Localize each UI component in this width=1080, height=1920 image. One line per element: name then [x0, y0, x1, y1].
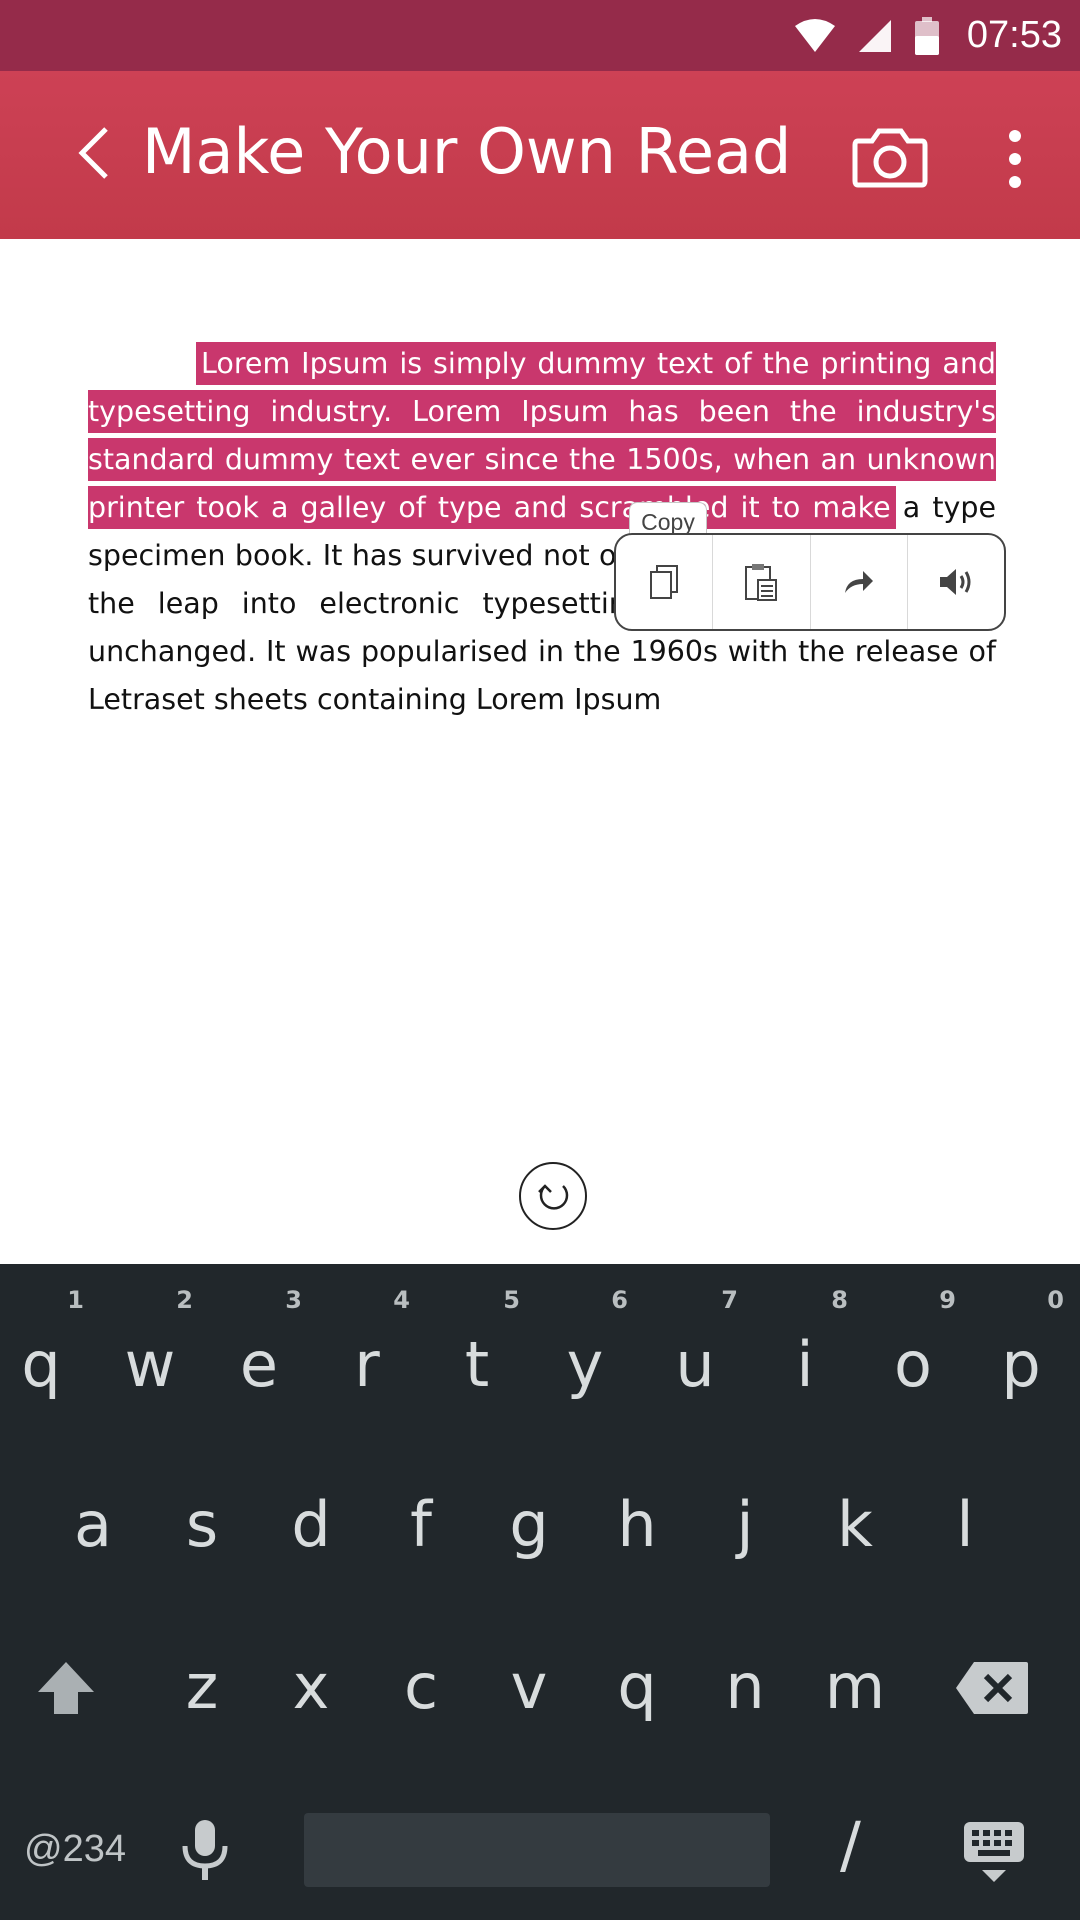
key-label: r [354, 1328, 380, 1401]
key-number-hint: 1 [67, 1286, 84, 1314]
key-q[interactable]: q [592, 1650, 682, 1723]
key-a[interactable]: a [48, 1488, 138, 1561]
microphone-key[interactable] [180, 1818, 230, 1882]
more-options-icon[interactable] [1000, 127, 1030, 191]
key-label: h [617, 1488, 657, 1561]
key-number-hint: 7 [721, 1286, 738, 1314]
shift-key[interactable] [36, 1660, 96, 1716]
key-label: m [824, 1650, 886, 1723]
key-number-hint: 2 [176, 1286, 193, 1314]
key-number-hint: 4 [393, 1286, 410, 1314]
key-label: v [510, 1650, 548, 1723]
key-label: e [239, 1328, 279, 1401]
key-label: d [291, 1488, 331, 1561]
status-time: 07:53 [966, 14, 1062, 56]
speak-button[interactable] [908, 535, 1004, 629]
wifi-icon [794, 18, 835, 52]
key-x[interactable]: x [266, 1650, 356, 1723]
key-label: p [1001, 1328, 1041, 1401]
key-number-hint: 5 [503, 1286, 520, 1314]
key-n[interactable]: n [700, 1650, 790, 1723]
key-label: n [725, 1650, 765, 1723]
key-label: y [566, 1328, 604, 1401]
backspace-key[interactable] [954, 1660, 1030, 1716]
key-z[interactable]: z [157, 1650, 247, 1723]
key-w[interactable]: w2 [105, 1286, 195, 1401]
slash-key[interactable]: / [840, 1808, 861, 1881]
key-m[interactable]: m [810, 1650, 900, 1723]
status-bar: 07:53 [0, 0, 1080, 71]
hide-keyboard-key[interactable] [962, 1820, 1026, 1886]
key-h[interactable]: h [592, 1488, 682, 1561]
key-q[interactable]: q1 [0, 1286, 86, 1401]
camera-icon[interactable] [852, 125, 928, 189]
key-number-hint: 8 [831, 1286, 848, 1314]
page-title: Make Your Own Read [142, 115, 792, 188]
key-d[interactable]: d [266, 1488, 356, 1561]
key-p[interactable]: p0 [976, 1286, 1066, 1401]
clipboard-icon [745, 564, 778, 601]
key-r[interactable]: r4 [322, 1286, 412, 1401]
copy-icon [650, 565, 679, 599]
key-label: s [185, 1488, 219, 1561]
key-number-hint: 0 [1047, 1286, 1064, 1314]
key-label: u [675, 1328, 715, 1401]
key-u[interactable]: u7 [650, 1286, 740, 1401]
key-label: x [292, 1650, 330, 1723]
key-label: a [74, 1488, 112, 1561]
document-text[interactable]: Lorem Ipsum is simply dummy text of the … [88, 340, 996, 724]
key-v[interactable]: v [484, 1650, 574, 1723]
key-k[interactable]: k [810, 1488, 900, 1561]
key-j[interactable]: j [700, 1488, 790, 1561]
key-number-hint: 9 [939, 1286, 956, 1314]
key-e[interactable]: e3 [214, 1286, 304, 1401]
key-y[interactable]: y6 [540, 1286, 630, 1401]
refresh-icon [538, 1184, 569, 1210]
space-key[interactable] [304, 1813, 770, 1887]
selected-text[interactable]: Lorem Ipsum is simply dummy text of the … [88, 347, 996, 524]
copy-button[interactable] [616, 535, 714, 629]
key-label: l [956, 1488, 974, 1561]
selection-toolbar [614, 533, 1006, 631]
key-label: f [410, 1488, 432, 1561]
share-arrow-icon [844, 571, 873, 593]
key-label: z [185, 1650, 219, 1723]
battery-icon [914, 16, 939, 55]
key-i[interactable]: i8 [760, 1286, 850, 1401]
signal-icon [858, 19, 891, 52]
key-label: t [464, 1328, 490, 1401]
key-label: c [403, 1650, 439, 1723]
speaker-icon [939, 569, 971, 595]
key-t[interactable]: t5 [432, 1286, 522, 1401]
key-f[interactable]: f [376, 1488, 466, 1561]
refresh-button[interactable] [519, 1162, 587, 1230]
key-label: o [894, 1328, 932, 1401]
back-arrow-icon[interactable] [68, 123, 128, 183]
key-label: w [124, 1328, 176, 1401]
key-number-hint: 6 [611, 1286, 628, 1314]
key-label: i [796, 1328, 814, 1401]
share-button[interactable] [811, 535, 908, 629]
key-label: g [509, 1488, 549, 1561]
key-number-hint: 3 [285, 1286, 302, 1314]
key-label: q [21, 1328, 61, 1401]
key-label: k [837, 1488, 873, 1561]
key-g[interactable]: g [484, 1488, 574, 1561]
key-o[interactable]: o9 [868, 1286, 958, 1401]
app-bar: Make Your Own Read [0, 71, 1080, 239]
symbols-key[interactable]: @234 [24, 1828, 126, 1871]
key-label: j [736, 1488, 754, 1561]
key-c[interactable]: c [376, 1650, 466, 1723]
key-s[interactable]: s [157, 1488, 247, 1561]
paste-button[interactable] [713, 535, 811, 629]
key-label: q [617, 1650, 657, 1723]
key-l[interactable]: l [920, 1488, 1010, 1561]
